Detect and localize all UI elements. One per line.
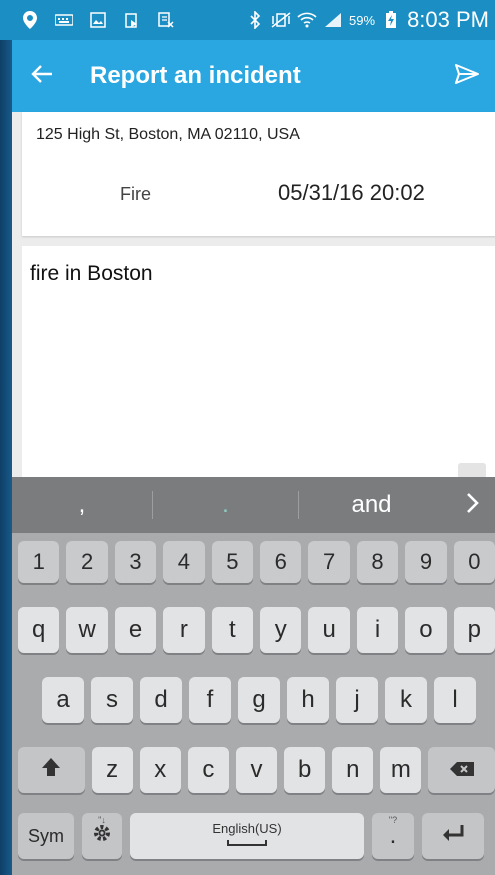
key-l[interactable]: l	[434, 677, 476, 723]
keyboard-icon	[54, 11, 74, 29]
qwerty-row: q w e r t y u i o p	[12, 607, 495, 653]
key-n[interactable]: n	[332, 747, 374, 793]
space-key[interactable]: English(US)	[130, 813, 364, 859]
key-8[interactable]: 8	[356, 541, 399, 583]
key-7[interactable]: 7	[308, 541, 350, 583]
suggestion-period[interactable]: .	[153, 491, 298, 519]
key-q[interactable]: q	[18, 607, 60, 653]
key-s[interactable]: s	[91, 677, 133, 723]
key-x[interactable]: x	[139, 747, 181, 793]
datetime-field[interactable]: 05/31/16 20:02	[278, 180, 425, 206]
key-0[interactable]: 0	[453, 541, 495, 583]
gear-icon	[92, 822, 112, 850]
notification-icons	[20, 11, 176, 29]
period-hint: "?	[388, 815, 398, 825]
key-r[interactable]: r	[163, 607, 205, 653]
key-e[interactable]: e	[114, 607, 157, 653]
suggestion-next-button[interactable]	[451, 477, 495, 533]
suggestion-and[interactable]: and	[299, 491, 444, 519]
key-j[interactable]: j	[336, 677, 378, 723]
key-a[interactable]: a	[42, 677, 84, 723]
bottom-row: Sym "↓ English(US) "? .	[12, 813, 495, 859]
suggestion-comma[interactable]: ,	[12, 491, 152, 519]
enter-icon	[441, 822, 465, 850]
zxcv-row: z x c v b n m	[12, 747, 495, 793]
backspace-icon	[449, 756, 475, 784]
number-row: 1 2 3 4 5 6 7 8 9 0	[12, 541, 495, 583]
location-pin-icon	[20, 11, 40, 29]
key-u[interactable]: u	[308, 607, 350, 653]
vibrate-mute-icon	[271, 11, 291, 29]
key-f[interactable]: f	[189, 677, 231, 723]
space-language-label: English(US)	[212, 821, 282, 836]
key-o[interactable]: o	[405, 607, 447, 653]
app-bar: Report an incident	[12, 40, 495, 112]
key-y[interactable]: y	[260, 607, 302, 653]
key-9[interactable]: 9	[405, 541, 447, 583]
bluetooth-icon	[245, 11, 265, 29]
settings-key[interactable]: "↓	[82, 813, 122, 859]
key-z[interactable]: z	[91, 747, 133, 793]
battery-charging-icon	[381, 11, 401, 29]
key-t[interactable]: t	[211, 607, 254, 653]
key-d[interactable]: d	[140, 677, 182, 723]
status-bar: 59% 8:03 PM	[0, 0, 495, 40]
key-h[interactable]: h	[287, 677, 329, 723]
key-k[interactable]: k	[385, 677, 427, 723]
back-button[interactable]	[12, 40, 72, 112]
key-p[interactable]: p	[453, 607, 495, 653]
description-input[interactable]: fire in Boston	[30, 262, 153, 286]
key-c[interactable]: c	[187, 747, 229, 793]
image-icon	[88, 11, 108, 29]
key-b[interactable]: b	[284, 747, 326, 793]
incident-details-card: 125 High St, Boston, MA 02110, USA Fire …	[22, 112, 495, 236]
soft-keyboard: , . and 1 2 3 4 5 6 7 8 9 0 q w e r t y …	[12, 477, 495, 875]
suggestion-bar: , . and	[12, 477, 495, 533]
period-label: .	[389, 822, 397, 849]
send-button[interactable]	[439, 40, 495, 112]
page-title: Report an incident	[90, 62, 301, 89]
document-x-icon	[156, 11, 176, 29]
key-1[interactable]: 1	[18, 541, 60, 583]
battery-percentage: 59%	[349, 12, 376, 28]
key-6[interactable]: 6	[260, 541, 302, 583]
address-field[interactable]: 125 High St, Boston, MA 02110, USA	[36, 126, 300, 144]
incident-type-selector[interactable]: Fire	[120, 184, 151, 205]
device-frame-edge	[0, 0, 12, 875]
period-key[interactable]: "? .	[372, 813, 414, 859]
sym-key[interactable]: Sym	[18, 813, 74, 859]
backspace-key[interactable]	[428, 747, 495, 793]
space-bar-icon	[227, 840, 267, 846]
key-w[interactable]: w	[66, 607, 108, 653]
signal-icon	[323, 11, 343, 29]
shift-key[interactable]	[18, 747, 85, 793]
wifi-icon	[297, 11, 317, 29]
key-v[interactable]: v	[235, 747, 278, 793]
shift-arrow-icon	[41, 756, 61, 784]
chevron-right-icon	[466, 492, 480, 519]
enter-key[interactable]	[422, 813, 484, 859]
key-i[interactable]: i	[356, 607, 399, 653]
scroll-handle[interactable]	[458, 463, 486, 477]
description-card: fire in Boston	[22, 246, 495, 477]
clipboard-icon	[122, 11, 142, 29]
key-4[interactable]: 4	[163, 541, 205, 583]
settings-hint: "↓	[98, 815, 106, 825]
clock: 8:03 PM	[407, 7, 489, 32]
key-5[interactable]: 5	[211, 541, 254, 583]
back-arrow-icon	[31, 64, 53, 89]
send-icon	[454, 63, 480, 90]
asdf-row: a s d f g h j k l	[12, 677, 495, 723]
key-3[interactable]: 3	[114, 541, 157, 583]
incident-form: 125 High St, Boston, MA 02110, USA Fire …	[12, 112, 495, 477]
system-status: 59% 8:03 PM	[245, 7, 495, 33]
key-m[interactable]: m	[380, 747, 422, 793]
key-g[interactable]: g	[238, 677, 280, 723]
key-2[interactable]: 2	[66, 541, 108, 583]
